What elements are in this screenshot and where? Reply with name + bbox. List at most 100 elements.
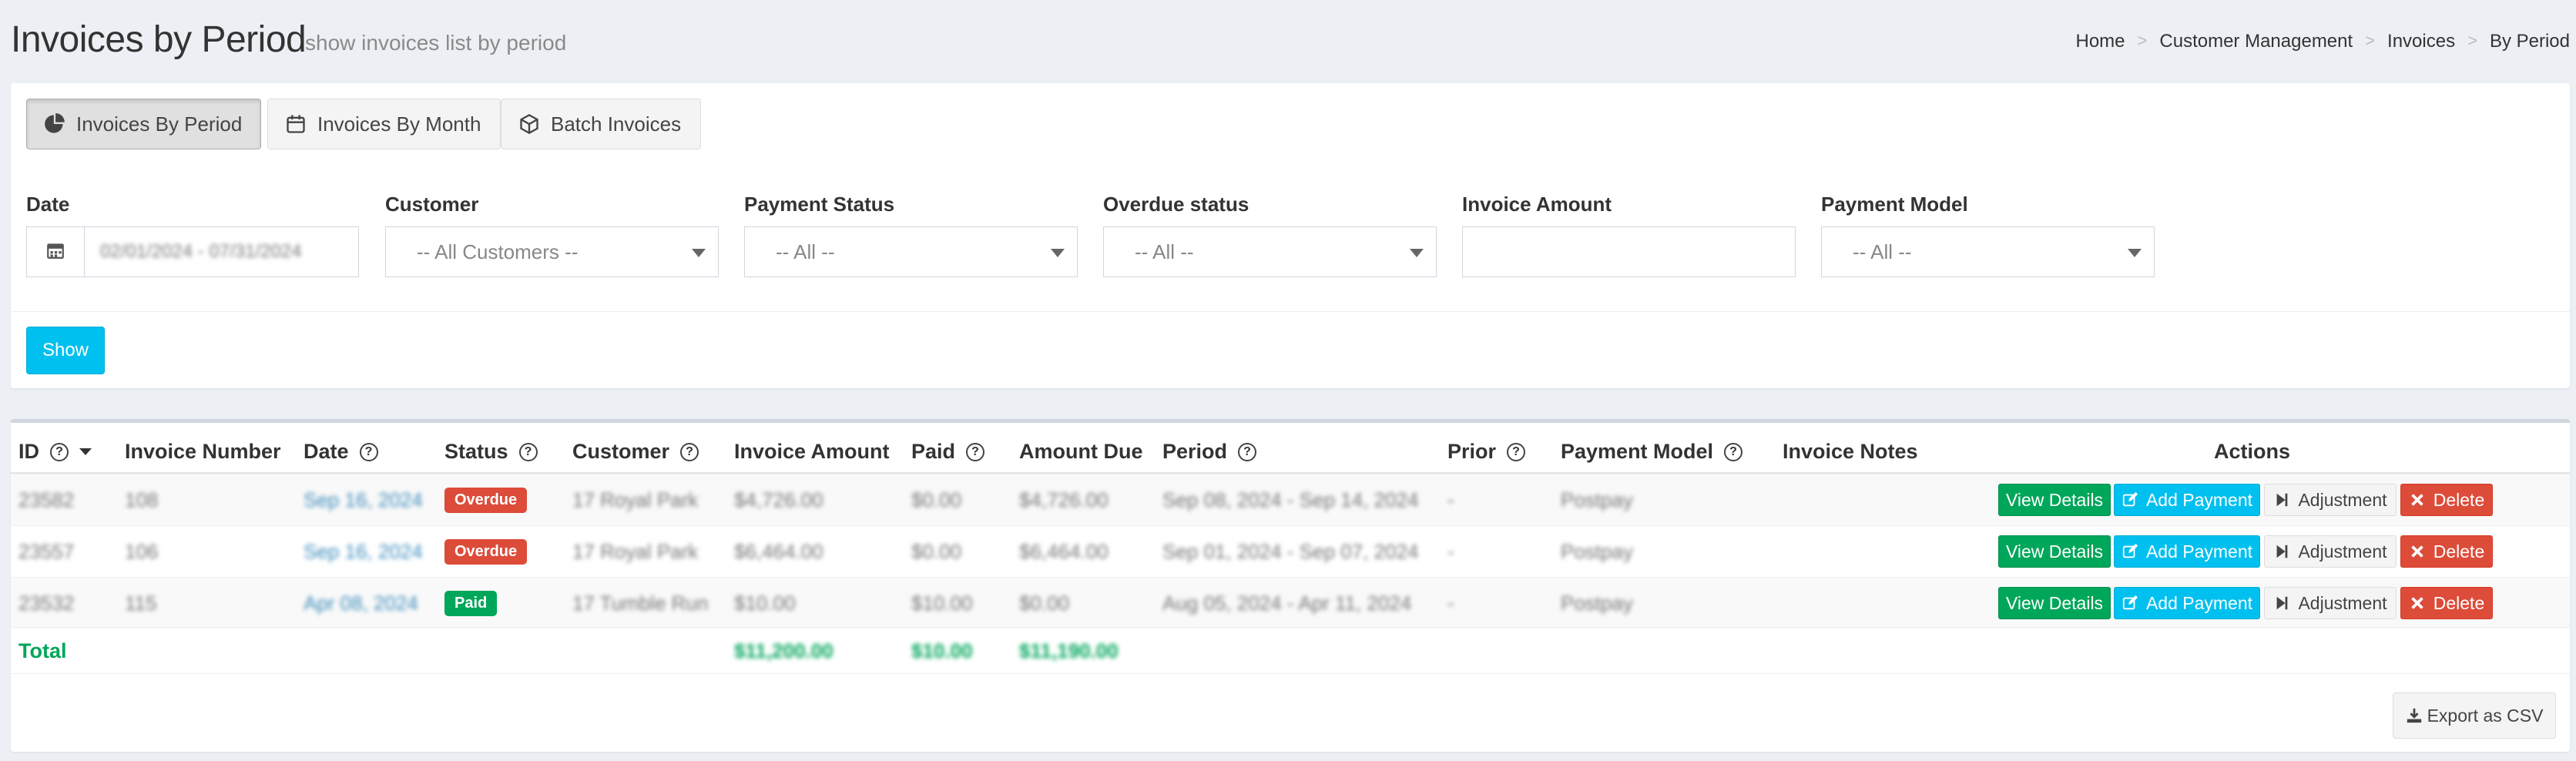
overdue-status-label: Overdue status bbox=[1103, 193, 1249, 216]
export-csv-label: Export as CSV bbox=[2427, 705, 2544, 726]
cell-amount-due: $6,464.00 bbox=[1019, 540, 1109, 563]
chevron-down-icon bbox=[1051, 249, 1065, 257]
payment-status-select[interactable]: -- All -- bbox=[744, 226, 1078, 277]
column-header-label: Date bbox=[304, 440, 349, 463]
column-header-label: Actions bbox=[2214, 440, 2291, 463]
adjustment-label: Adjustment bbox=[2298, 592, 2387, 613]
cell-invoice-amount: $6,464.00 bbox=[734, 540, 823, 563]
cell-invoice-number: 108 bbox=[125, 488, 159, 511]
view-details-button[interactable]: View Details bbox=[1998, 484, 2111, 516]
customer-select-value: -- All Customers -- bbox=[417, 240, 579, 263]
delete-label: Delete bbox=[2433, 489, 2485, 510]
step-forward-icon bbox=[2277, 596, 2288, 610]
date-range-input[interactable]: 02/01/2024 - 07/31/2024 bbox=[84, 226, 359, 277]
filter-panel: Invoices By Period Invoices By Month Bat… bbox=[11, 83, 2570, 388]
chevron-down-icon bbox=[692, 249, 706, 257]
breadcrumb: Home > Customer Management > Invoices > … bbox=[2076, 31, 2571, 52]
help-icon[interactable]: ? bbox=[1724, 442, 1743, 461]
breadcrumb-customer-management[interactable]: Customer Management bbox=[2159, 31, 2353, 52]
export-csv-button[interactable]: Export as CSV bbox=[2393, 692, 2556, 739]
help-icon[interactable]: ? bbox=[1238, 442, 1257, 461]
column-header-paid: Paid ? bbox=[911, 440, 985, 464]
help-icon[interactable]: ? bbox=[50, 442, 69, 461]
cell-customer: 17 Royal Park bbox=[572, 488, 699, 511]
help-icon[interactable]: ? bbox=[966, 442, 985, 461]
cell-status: Overdue bbox=[444, 526, 528, 578]
view-details-button[interactable]: View Details bbox=[1998, 587, 2111, 619]
cell-prior: - bbox=[1447, 488, 1454, 511]
page-header: Invoices by Period show invoices list by… bbox=[0, 0, 2576, 83]
edit-icon bbox=[2122, 491, 2138, 507]
help-icon[interactable]: ? bbox=[680, 442, 699, 461]
column-header-invoice-number: Invoice Number bbox=[125, 440, 281, 464]
page-subtitle: show invoices list by period bbox=[305, 31, 567, 55]
add-payment-button[interactable]: Add Payment bbox=[2114, 535, 2260, 568]
overdue-status-select[interactable]: -- All -- bbox=[1103, 226, 1437, 277]
invoice-amount-label: Invoice Amount bbox=[1462, 193, 1612, 216]
table-row: 23557 106 Sep 16, 2024 Overdue 17 Royal … bbox=[11, 525, 2570, 577]
add-payment-label: Add Payment bbox=[2145, 592, 2253, 613]
delete-button[interactable]: Delete bbox=[2400, 535, 2493, 568]
payment-model-select[interactable]: -- All -- bbox=[1821, 226, 2155, 277]
view-details-button[interactable]: View Details bbox=[1998, 535, 2111, 568]
step-forward-icon bbox=[2277, 493, 2288, 507]
breadcrumb-home[interactable]: Home bbox=[2076, 31, 2125, 52]
page-title: Invoices by Period bbox=[11, 19, 307, 60]
cell-prior: - bbox=[1447, 540, 1454, 563]
cell-id: 23532 bbox=[18, 592, 75, 615]
column-header-label: Period bbox=[1162, 440, 1228, 463]
column-header-payment-model: Payment Model ? bbox=[1561, 440, 1743, 464]
total-invoice-amount: $11,200.00 bbox=[734, 639, 834, 662]
tab-batch-invoices[interactable]: Batch Invoices bbox=[501, 99, 701, 149]
cell-invoice-number: 106 bbox=[125, 540, 159, 563]
add-payment-label: Add Payment bbox=[2145, 489, 2253, 510]
breadcrumb-separator: > bbox=[2137, 31, 2148, 50]
adjustment-button[interactable]: Adjustment bbox=[2264, 484, 2397, 516]
divider bbox=[11, 311, 2570, 312]
breadcrumb-by-period: By Period bbox=[2489, 31, 2570, 52]
cell-date-link[interactable]: Sep 16, 2024 bbox=[304, 474, 423, 526]
delete-button[interactable]: Delete bbox=[2400, 587, 2493, 619]
cell-invoice-amount: $10.00 bbox=[734, 592, 796, 615]
payment-status-label: Payment Status bbox=[744, 193, 895, 216]
date-label: Date bbox=[26, 193, 70, 216]
tab-label: Invoices By Period bbox=[76, 112, 243, 136]
tab-invoices-by-period[interactable]: Invoices By Period bbox=[26, 99, 261, 149]
cell-period: Sep 08, 2024 - Sep 14, 2024 bbox=[1162, 488, 1419, 511]
close-icon bbox=[2411, 494, 2423, 506]
cell-amount-due: $0.00 bbox=[1019, 592, 1070, 615]
help-icon[interactable]: ? bbox=[518, 442, 538, 461]
breadcrumb-separator: > bbox=[2365, 31, 2376, 50]
date-addon[interactable] bbox=[26, 226, 85, 277]
column-header-id[interactable]: ID ? bbox=[18, 440, 92, 464]
cell-invoice-number: 115 bbox=[125, 592, 157, 615]
table-row: 23582 108 Sep 16, 2024 Overdue 17 Royal … bbox=[11, 474, 2570, 525]
tab-invoices-by-month[interactable]: Invoices By Month bbox=[267, 99, 501, 149]
breadcrumb-invoices[interactable]: Invoices bbox=[2387, 31, 2455, 52]
column-header-label: Customer bbox=[572, 440, 670, 463]
column-header-prior: Prior ? bbox=[1447, 440, 1526, 464]
date-range-value: 02/01/2024 - 07/31/2024 bbox=[100, 241, 302, 262]
calendar-icon bbox=[45, 240, 65, 264]
adjustment-button[interactable]: Adjustment bbox=[2264, 587, 2397, 619]
cell-paid: $0.00 bbox=[911, 540, 962, 563]
add-payment-button[interactable]: Add Payment bbox=[2114, 587, 2260, 619]
cell-invoice-amount: $4,726.00 bbox=[734, 488, 823, 511]
sort-desc-icon[interactable] bbox=[79, 448, 92, 455]
cell-date-link[interactable]: Apr 08, 2024 bbox=[304, 578, 418, 629]
total-amount-due: $11,190.00 bbox=[1019, 639, 1119, 662]
show-button[interactable]: Show bbox=[26, 327, 105, 374]
chevron-down-icon bbox=[1410, 249, 1424, 257]
column-header-amount-due: Amount Due bbox=[1019, 440, 1142, 464]
cell-date-link[interactable]: Sep 16, 2024 bbox=[304, 526, 423, 578]
help-icon[interactable]: ? bbox=[359, 442, 378, 461]
add-payment-button[interactable]: Add Payment bbox=[2114, 484, 2260, 516]
chevron-down-icon bbox=[2128, 249, 2142, 257]
column-header-label: Invoice Notes bbox=[1783, 440, 1918, 463]
invoice-amount-input[interactable] bbox=[1462, 226, 1796, 277]
help-icon[interactable]: ? bbox=[1507, 442, 1526, 461]
cell-period: Aug 05, 2024 - Apr 11, 2024 bbox=[1162, 592, 1412, 615]
adjustment-button[interactable]: Adjustment bbox=[2264, 535, 2397, 568]
customer-select[interactable]: -- All Customers -- bbox=[385, 226, 719, 277]
delete-button[interactable]: Delete bbox=[2400, 484, 2493, 516]
